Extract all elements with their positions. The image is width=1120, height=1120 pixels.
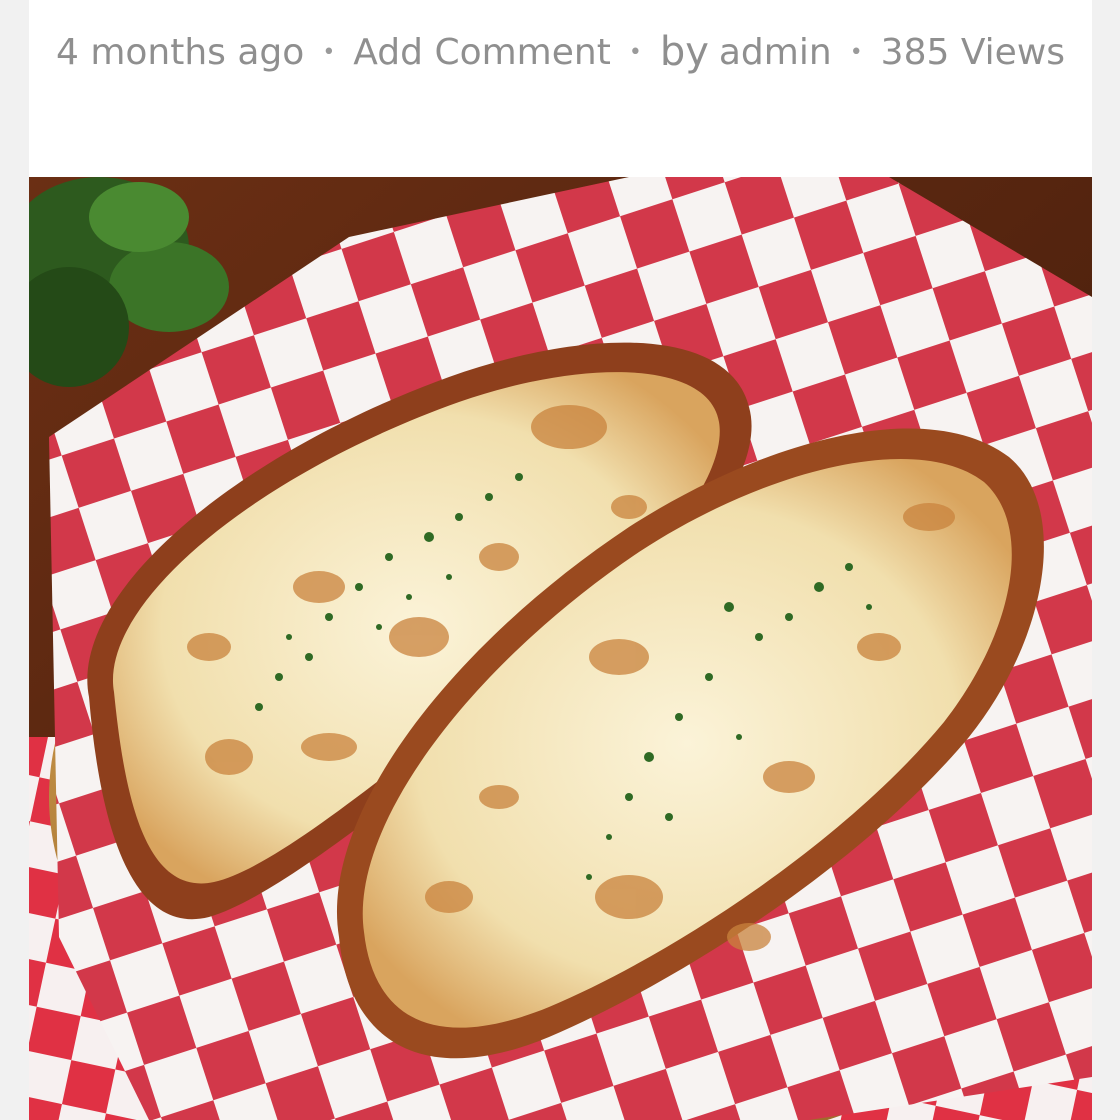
meta-separator: • [849, 39, 863, 65]
meta-separator: • [628, 39, 642, 65]
view-count: 385 Views [880, 31, 1066, 73]
post-meta-bar: 4 months ago • Add Comment • by admin • … [29, 22, 1092, 82]
post-time-ago: 4 months ago [55, 31, 305, 73]
post-featured-image [29, 177, 1092, 1120]
post-card: 4 months ago • Add Comment • by admin • … [29, 0, 1092, 1120]
by-prefix: by [659, 29, 709, 75]
garlic-bread-photo [29, 177, 1092, 1120]
add-comment-link[interactable]: Add Comment [353, 32, 611, 73]
author-link[interactable]: admin [719, 32, 832, 73]
meta-separator: • [322, 39, 336, 65]
page: 4 months ago • Add Comment • by admin • … [0, 0, 1120, 1120]
